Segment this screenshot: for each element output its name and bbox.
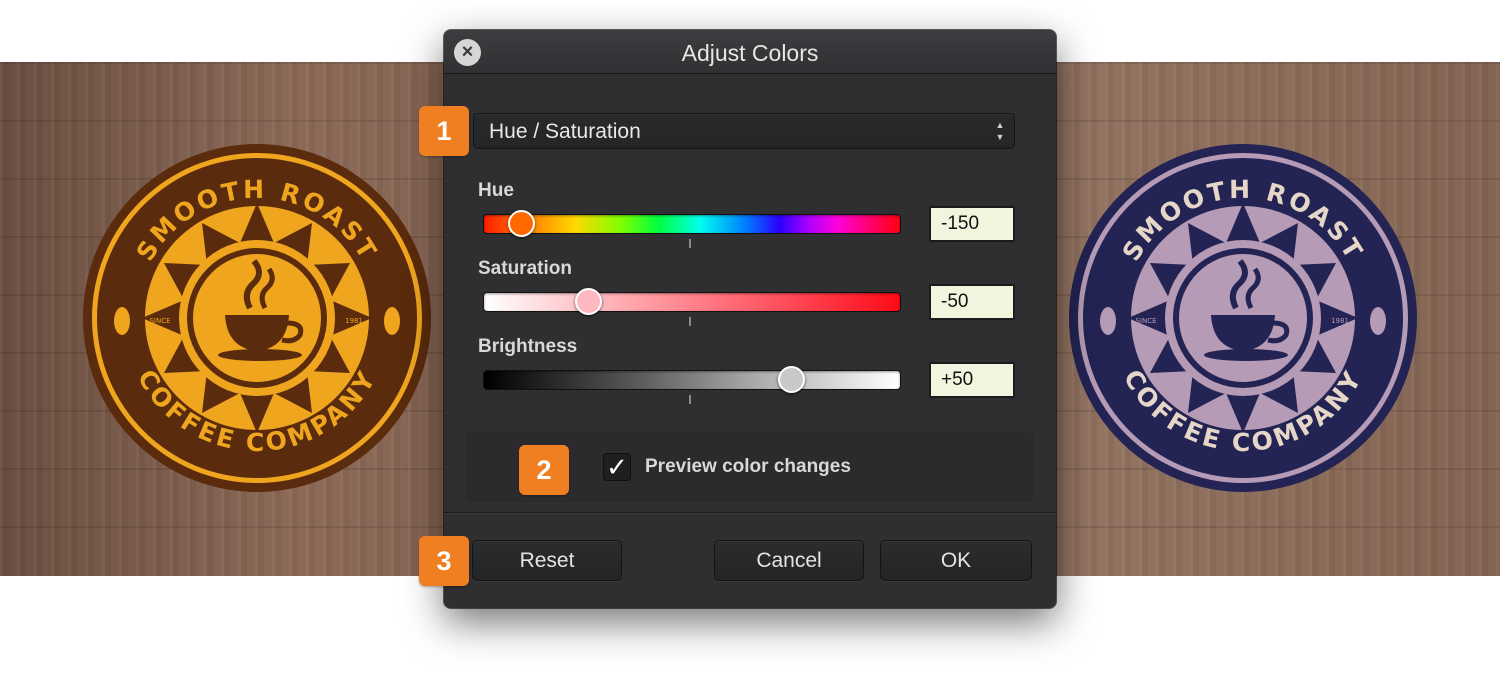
screenshot-stage: SMOOTH ROAST COFFEE COMPANY SINCE 1981 S… — [0, 0, 1500, 678]
hue-center-tick — [689, 239, 691, 248]
brightness-slider-thumb[interactable] — [778, 366, 806, 393]
preview-checkbox-label: Preview color changes — [645, 456, 851, 477]
step-marker-3: 3 — [419, 536, 469, 586]
brightness-center-tick — [689, 395, 691, 404]
mode-select-value: Hue / Saturation — [489, 120, 641, 143]
badge-since-text: SINCE — [1135, 317, 1156, 325]
hue-slider-thumb[interactable] — [507, 210, 535, 237]
badge-adjusted: SMOOTH ROAST COFFEE COMPANY SINCE 1981 — [1069, 144, 1417, 492]
dialog-title: Adjust Colors — [681, 40, 819, 66]
mode-select[interactable]: Hue / Saturation ▲ ▼ — [473, 113, 1015, 149]
saturation-center-tick — [689, 317, 691, 326]
cancel-button[interactable]: Cancel — [714, 540, 864, 581]
close-icon[interactable]: × — [454, 39, 481, 66]
badge-original: SMOOTH ROAST COFFEE COMPANY SINCE 1981 — [83, 144, 431, 492]
ok-button[interactable]: OK — [880, 540, 1032, 581]
saturation-value-field[interactable]: -50 — [929, 284, 1015, 320]
hue-label: Hue — [478, 180, 514, 201]
brightness-label: Brightness — [478, 336, 578, 357]
badge-since-text: SINCE — [149, 317, 170, 325]
saturation-slider-track[interactable] — [483, 288, 901, 315]
select-arrows-icon: ▲ ▼ — [995, 120, 1005, 142]
saturation-label: Saturation — [478, 258, 572, 279]
hue-value-field[interactable]: -150 — [929, 206, 1015, 242]
brightness-slider-track[interactable] — [483, 366, 901, 393]
reset-button[interactable]: Reset — [472, 540, 622, 581]
saturation-slider-thumb[interactable] — [574, 288, 602, 315]
step-marker-1: 1 — [419, 106, 469, 156]
checkmark-icon: ✓ — [606, 452, 628, 482]
preview-checkbox[interactable]: ✓ — [603, 453, 631, 481]
hue-slider-track[interactable] — [483, 210, 901, 237]
badge-year-text: 1981 — [1331, 317, 1349, 325]
brightness-value-field[interactable]: +50 — [929, 362, 1015, 398]
footer-divider-highlight — [444, 513, 1056, 514]
title-bar: Adjust Colors × — [444, 30, 1056, 74]
badge-year-text: 1981 — [345, 317, 363, 325]
adjust-colors-dialog: Adjust Colors × Hue / Saturation ▲ ▼ Hue … — [444, 30, 1056, 608]
step-marker-2: 2 — [519, 445, 569, 495]
